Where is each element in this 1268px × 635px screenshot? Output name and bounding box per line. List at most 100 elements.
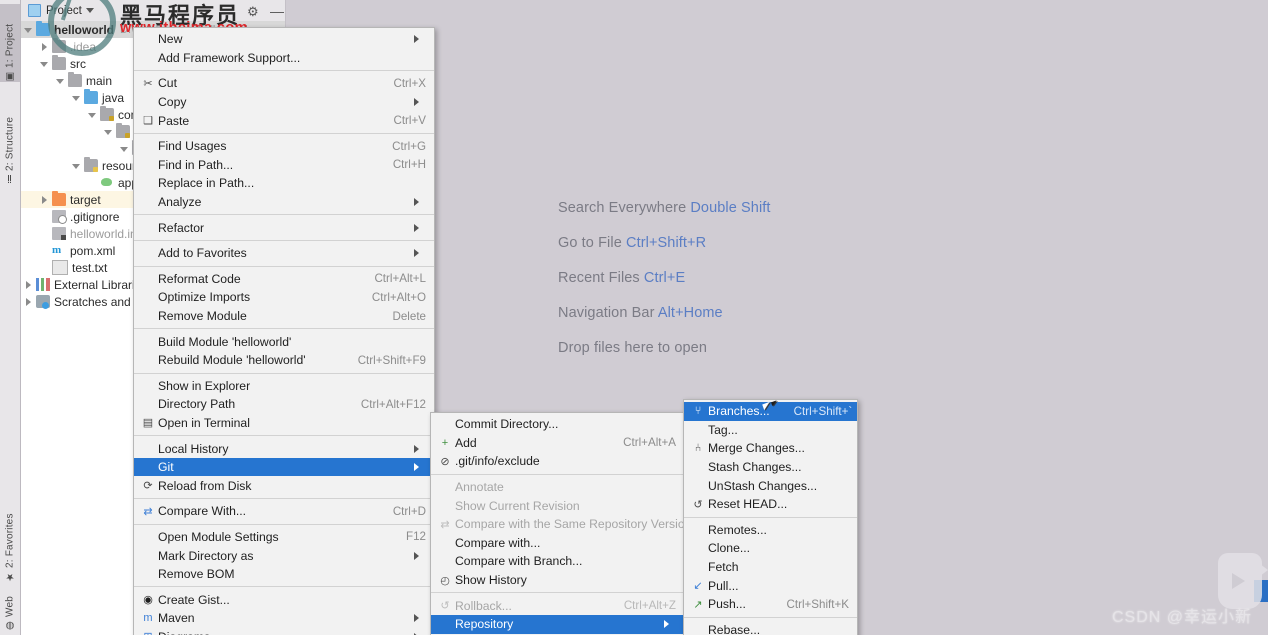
menu-item-repository[interactable]: Repository [431, 614, 684, 634]
menu-item-commit-directory[interactable]: Commit Directory... [431, 415, 684, 434]
menu-item-mark-directory-as[interactable]: Mark Directory as [134, 546, 434, 565]
chevron-right-icon[interactable] [40, 195, 50, 205]
chevron-right-icon [414, 98, 426, 107]
menu-item-shortcut: Ctrl+H [392, 158, 426, 172]
menu-item-find-usages[interactable]: Find Usages Ctrl+G [134, 137, 434, 156]
scratches-icon [36, 295, 50, 309]
menu-separator [684, 616, 857, 618]
menu-item-shortcut: Ctrl+Shift+F9 [357, 353, 426, 367]
menu-item-copy[interactable]: Copy [134, 93, 434, 112]
chevron-right-icon[interactable] [40, 42, 50, 52]
toolwindow-button-project[interactable]: ▣ 1: Project [0, 4, 20, 82]
menu-item-show-in-explorer[interactable]: Show in Explorer [134, 377, 434, 396]
menu-item-label: Remove Module [158, 309, 247, 324]
menu-item-reset-head[interactable]: ↺ Reset HEAD... [684, 495, 857, 514]
menu-item-find-in-path[interactable]: Find in Path... Ctrl+H [134, 156, 434, 175]
chevron-down-icon[interactable] [120, 144, 130, 154]
chevron-down-icon[interactable] [56, 76, 66, 86]
menu-separator [134, 214, 434, 216]
menu-item-refactor[interactable]: Refactor [134, 218, 434, 237]
menu-item-rebuild-module-helloworld[interactable]: Rebuild Module 'helloworld' Ctrl+Shift+F9 [134, 351, 434, 370]
toolwindow-button-web[interactable]: ◍ Web [0, 585, 20, 631]
menu-item-label: Annotate [455, 480, 504, 495]
menu-item-local-history[interactable]: Local History [134, 439, 434, 458]
menu-separator [134, 586, 434, 588]
menu-item-directory-path[interactable]: Directory Path Ctrl+Alt+F12 [134, 395, 434, 414]
menu-item-pull[interactable]: ↙ Pull... [684, 576, 857, 595]
menu-item-compare-with-branch[interactable]: Compare with Branch... [431, 552, 684, 571]
menu-item-shortcut: Ctrl+D [392, 504, 426, 518]
menu-item-add[interactable]: + Add Ctrl+Alt+A [431, 434, 684, 453]
menu-item-show-history[interactable]: ◴ Show History [431, 571, 684, 590]
minimize-icon[interactable]: — [270, 3, 284, 19]
chevron-down-icon[interactable] [72, 161, 82, 171]
menu-item-create-gist[interactable]: ◉ Create Gist... [134, 590, 434, 609]
video-play-watermark-icon [1218, 553, 1268, 609]
chevron-down-icon[interactable] [24, 25, 34, 35]
menu-item-shortcut: Ctrl+Alt+L [374, 272, 426, 286]
chevron-down-icon[interactable] [88, 110, 98, 120]
menu-item-push[interactable]: ↗ Push... Ctrl+Shift+K [684, 595, 857, 614]
menu-item-stash-changes[interactable]: Stash Changes... [684, 458, 857, 477]
menu-item-compare-with[interactable]: Compare with... [431, 534, 684, 553]
menu-item-rebase[interactable]: Rebase... [684, 621, 857, 635]
toolwindow-label-structure: 2: Structure [4, 116, 16, 171]
github-icon: ◉ [143, 594, 153, 607]
chevron-down-icon[interactable] [40, 59, 50, 69]
menu-item-new[interactable]: New [134, 30, 434, 49]
menu-item-build-module-helloworld[interactable]: Build Module 'helloworld' [134, 332, 434, 351]
chevron-down-icon[interactable] [104, 127, 114, 137]
menu-item-label: Analyze [158, 195, 202, 210]
menu-item-shortcut: Ctrl+Shift+K [786, 597, 849, 611]
menu-item-optimize-imports[interactable]: Optimize Imports Ctrl+Alt+O [134, 288, 434, 307]
menu-item-compare-with[interactable]: ⇄ Compare With... Ctrl+D [134, 502, 434, 521]
menu-item-reload-from-disk[interactable]: ⟳ Reload from Disk [134, 476, 434, 495]
toolwindow-button-favorites[interactable]: ★ 2: Favorites [0, 490, 20, 582]
menu-item-label: Clone... [708, 541, 751, 556]
folder-res [84, 157, 98, 172]
menu-item-replace-in-path[interactable]: Replace in Path... [134, 174, 434, 193]
menu-item-git[interactable]: Git [134, 457, 434, 477]
menu-item-unstash-changes[interactable]: UnStash Changes... [684, 476, 857, 495]
menu-item-open-in-terminal[interactable]: ▤ Open in Terminal [134, 414, 434, 433]
toolwindow-button-structure[interactable]: ≔ 2: Structure [0, 92, 20, 184]
menu-item-label: Compare with Branch... [455, 554, 583, 569]
menu-item-merge-changes[interactable]: ⑃ Merge Changes... [684, 439, 857, 458]
toolwindow-label-favorites: 2: Favorites [4, 513, 16, 568]
menu-item-label: .git/info/exclude [455, 454, 540, 469]
exclude-icon: ⊘ [440, 455, 450, 468]
menu-item-reformat-code[interactable]: Reformat Code Ctrl+Alt+L [134, 270, 434, 289]
menu-item-paste[interactable]: ❑ Paste Ctrl+V [134, 111, 434, 130]
chevron-right-icon[interactable] [24, 280, 34, 290]
menu-item-analyze[interactable]: Analyze [134, 193, 434, 212]
menu-item-add-framework-support[interactable]: Add Framework Support... [134, 49, 434, 68]
menu-item-cut[interactable]: ✂ Cut Ctrl+X [134, 74, 434, 93]
repository-submenu[interactable]: ⑂ Branches... Ctrl+Shift+` Tag... ⑃ Merge Cha… [683, 399, 858, 635]
menu-item-remove-bom[interactable]: Remove BOM [134, 565, 434, 584]
menu-item-maven[interactable]: m Maven [134, 609, 434, 628]
git-submenu[interactable]: Commit Directory... + Add Ctrl+Alt+A ⊘ .git/i… [430, 412, 691, 635]
context-menu[interactable]: New Add Framework Support... ✂ Cut Ctrl+X Cop… [133, 27, 435, 635]
menu-item-clone[interactable]: Clone... [684, 539, 857, 558]
menu-item-add-to-favorites[interactable]: Add to Favorites [134, 244, 434, 263]
menu-item-open-module-settings[interactable]: Open Module Settings F12 [134, 528, 434, 547]
menu-item-fetch[interactable]: Fetch [684, 558, 857, 577]
editor-hint-action: Navigation Bar [558, 305, 658, 321]
editor-hint-action: Drop files here to open [558, 340, 707, 356]
menu-item-tag[interactable]: Tag... [684, 421, 857, 440]
menu-item-shortcut: Ctrl+V [393, 114, 426, 128]
menu-item-label: Compare With... [158, 504, 247, 519]
gear-icon[interactable]: ⚙ [247, 4, 259, 20]
menu-item-diagrams[interactable]: ⊞Diagrams [134, 628, 434, 635]
menu-item-compare-with-the-same-repository-version: ⇄ Compare with the Same Repository Versio… [431, 515, 691, 534]
menu-item-remotes[interactable]: Remotes... [684, 521, 857, 540]
editor-hint-shortcut: Ctrl+Shift+R [626, 235, 707, 251]
menu-item-label: Add Framework Support... [158, 50, 301, 65]
chevron-right-icon[interactable] [24, 297, 34, 307]
menu-item-git-info-exclude[interactable]: ⊘ .git/info/exclude [431, 452, 684, 471]
chevron-down-icon[interactable] [72, 93, 82, 103]
menu-item-remove-module[interactable]: Remove Module Delete [134, 307, 434, 326]
merge-icon: ⑃ [694, 442, 702, 455]
menu-item-label: Find in Path... [158, 157, 234, 172]
